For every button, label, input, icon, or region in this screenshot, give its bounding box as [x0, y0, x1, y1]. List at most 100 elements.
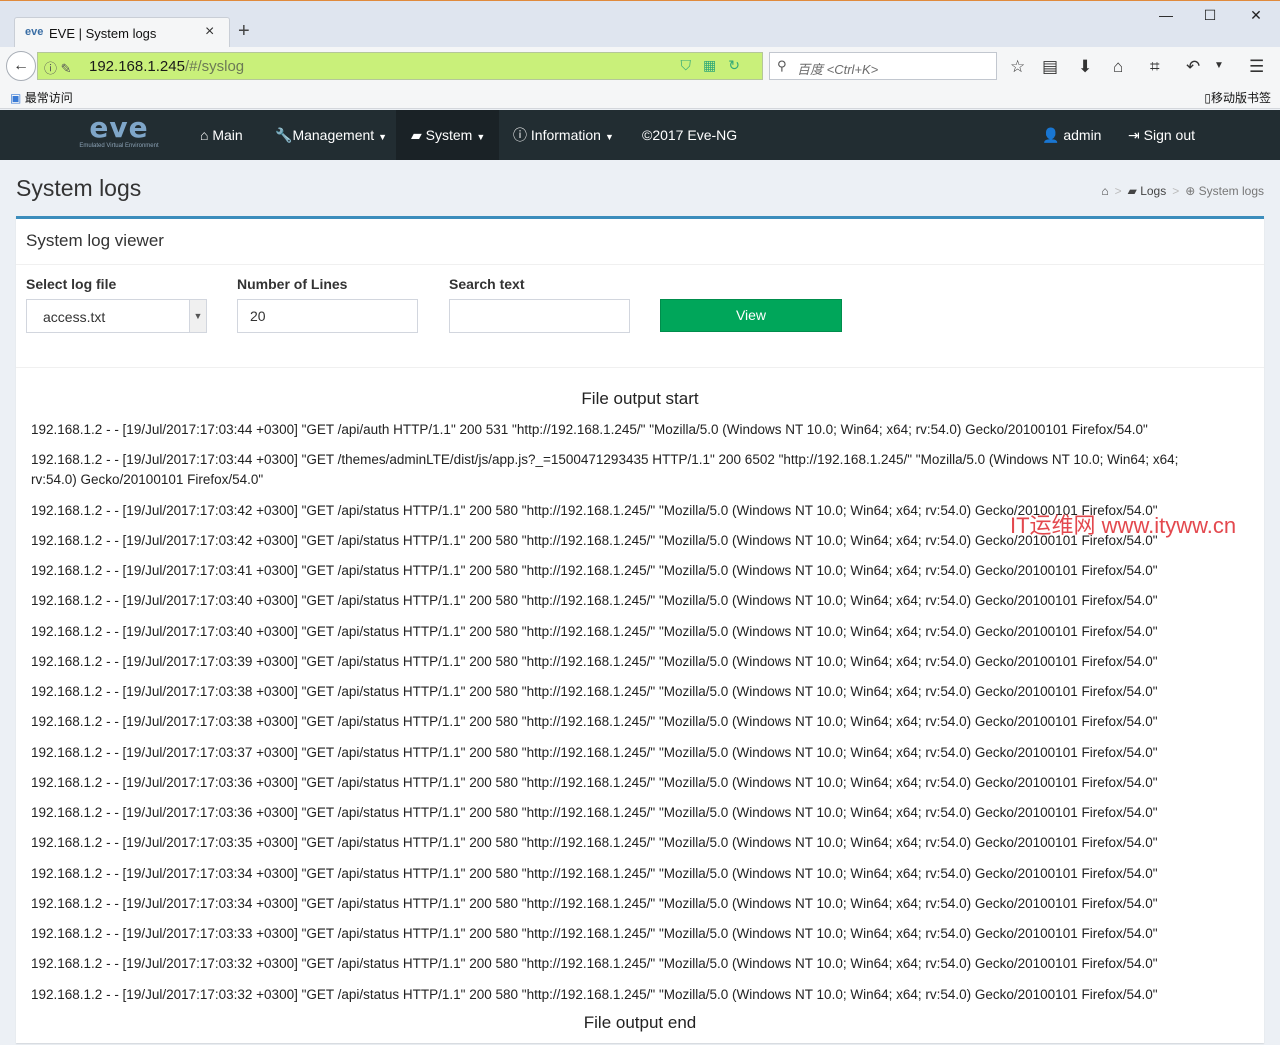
nav-user[interactable]: 👤 admin — [1042, 110, 1101, 160]
log-file-label: Select log file — [26, 276, 117, 292]
wrench-icon: 🔧 — [275, 127, 293, 143]
tab-title: EVE | System logs — [49, 26, 157, 41]
chevron-down-icon[interactable]: ▼ — [1214, 60, 1224, 71]
view-button[interactable]: View — [660, 299, 842, 332]
breadcrumb-logs-label: Logs — [1140, 184, 1167, 198]
menu-icon[interactable]: ☰ — [1249, 57, 1264, 77]
bookmark-right-label: 移动版书签 — [1210, 91, 1271, 105]
globe-icon: ⊕ — [1185, 184, 1196, 198]
nav-main-label: Main — [212, 127, 243, 143]
browser-toolbar: ← ⓘ ✎ 192.168.1.245/#/syslog ⛉▦↻ ⚲ 百度 <C… — [0, 47, 1280, 85]
info-icon: ⓘ — [513, 127, 527, 143]
output-start-heading: File output start — [581, 389, 699, 408]
log-line: 192.168.1.2 - - [19/Jul/2017:17:03:44 +0… — [31, 422, 1148, 437]
search-placeholder: 百度 <Ctrl+K> — [797, 62, 879, 77]
url-bar[interactable]: ⓘ ✎ 192.168.1.245/#/syslog ⛉▦↻ — [37, 52, 763, 80]
home-icon[interactable]: ⌂ — [1113, 57, 1123, 77]
chevron-down-icon[interactable]: ▼ — [189, 300, 206, 332]
page-title: System logs — [16, 175, 142, 201]
reading-list-icon[interactable]: ▤ — [1042, 57, 1058, 77]
watermark: IT运维网 www.ityww.cn — [1010, 513, 1237, 538]
book-icon: ▰ — [411, 127, 422, 143]
mobile-icon: ▯ — [1204, 91, 1211, 105]
lines-input[interactable] — [237, 299, 418, 333]
url-host: 192.168.1.245 — [89, 58, 185, 75]
breadcrumb-home-icon[interactable]: ⌂ — [1101, 184, 1108, 198]
breadcrumb-logs[interactable]: ▰ Logs — [1128, 184, 1167, 198]
search-icon: ⚲ — [777, 58, 787, 73]
undo-icon[interactable]: ↶ — [1186, 57, 1200, 77]
log-line: 192.168.1.2 - - [19/Jul/2017:17:03:40 +0… — [31, 624, 1158, 639]
search-text-input[interactable] — [449, 299, 630, 333]
log-file-select[interactable]: access.txt ▼ — [26, 299, 207, 333]
log-line: 192.168.1.2 - - [19/Jul/2017:17:03:44 +0… — [31, 452, 1179, 487]
nav-information[interactable]: ⓘ Information ▼ — [513, 110, 614, 160]
logo-word: eve — [89, 111, 149, 144]
url-path: /#/syslog — [184, 58, 245, 75]
nav-management[interactable]: 🔧Management ▼ — [275, 110, 387, 160]
bookmarks-bar: ▣ 最常访问 ▯移动版书签 — [0, 85, 1280, 109]
close-tab-icon[interactable]: × — [205, 23, 214, 41]
user-icon: 👤 — [1042, 127, 1060, 143]
log-line: 192.168.1.2 - - [19/Jul/2017:17:03:35 +0… — [31, 835, 1158, 850]
nav-main[interactable]: ⌂ Main — [200, 110, 243, 160]
site-info-icon[interactable]: ⓘ ✎ — [44, 58, 72, 77]
book-icon: ▰ — [1127, 184, 1137, 198]
bookmark-left-label: 最常访问 — [24, 91, 73, 105]
breadcrumb: ⌂ > ▰ Logs > ⊕ System logs — [1101, 184, 1264, 198]
bookmark-star-icon[interactable]: ☆ — [1010, 57, 1025, 77]
nav-management-label: Management — [292, 127, 375, 143]
log-line: 192.168.1.2 - - [19/Jul/2017:17:03:34 +0… — [31, 866, 1158, 881]
output-end-heading: File output end — [583, 1013, 697, 1032]
logo-subtext: Emulated Virtual Environment — [79, 143, 159, 149]
divider — [16, 367, 1264, 368]
caret-down-icon: ▼ — [476, 132, 486, 142]
download-icon[interactable]: ⬇ — [1078, 57, 1092, 77]
log-line: 192.168.1.2 - - [19/Jul/2017:17:03:40 +0… — [31, 593, 1158, 608]
nav-system[interactable]: ▰ System ▼ — [396, 110, 499, 160]
app-header: eve Emulated Virtual Environment ⌂ Main … — [0, 110, 1280, 160]
log-file-value: access.txt — [43, 309, 106, 325]
url-text: 192.168.1.245/#/syslog — [89, 58, 244, 75]
bookmark-mobile[interactable]: ▯移动版书签 — [1204, 89, 1271, 106]
home-icon: ⌂ — [200, 127, 209, 143]
log-viewer-box: System log viewer Select log file access… — [16, 216, 1264, 1043]
sign-out-icon: ⇥ — [1128, 127, 1140, 143]
search-text-label: Search text — [449, 276, 525, 292]
nav-signout[interactable]: ⇥ Sign out — [1128, 110, 1195, 160]
nav-system-label: System — [425, 127, 473, 143]
crop-icon[interactable]: ⌗ — [1150, 57, 1160, 77]
divider — [16, 264, 1264, 265]
eve-favicon-icon: eve — [25, 26, 44, 38]
search-bar[interactable]: ⚲ 百度 <Ctrl+K> — [769, 52, 997, 80]
folder-icon: ▣ — [10, 91, 22, 105]
lines-label: Number of Lines — [237, 276, 348, 292]
close-window-icon[interactable]: ✕ — [1236, 7, 1276, 29]
minimize-icon[interactable]: — — [1146, 7, 1186, 29]
browser-tab[interactable]: eve EVE | System logs × — [14, 17, 230, 48]
nav-copyright: ©2017 Eve-NG — [642, 127, 738, 143]
log-line: 192.168.1.2 - - [19/Jul/2017:17:03:38 +0… — [31, 714, 1158, 729]
log-line: 192.168.1.2 - - [19/Jul/2017:17:03:41 +0… — [31, 563, 1158, 578]
browser-tabbar: eve EVE | System logs × + — ☐ ✕ — [0, 0, 1280, 48]
back-arrow-icon[interactable]: ← — [6, 51, 36, 81]
log-line: 192.168.1.2 - - [19/Jul/2017:17:03:33 +0… — [31, 926, 1158, 941]
maximize-icon[interactable]: ☐ — [1190, 7, 1230, 29]
eve-logo[interactable]: eve Emulated Virtual Environment — [72, 113, 166, 157]
nav-signout-label: Sign out — [1143, 127, 1195, 143]
caret-down-icon: ▼ — [378, 132, 388, 142]
log-line: 192.168.1.2 - - [19/Jul/2017:17:03:36 +0… — [31, 805, 1158, 820]
log-line: 192.168.1.2 - - [19/Jul/2017:17:03:36 +0… — [31, 775, 1158, 790]
nav-user-label: admin — [1063, 127, 1102, 143]
new-tab-icon[interactable]: + — [238, 20, 250, 43]
log-line: 192.168.1.2 - - [19/Jul/2017:17:03:34 +0… — [31, 896, 1158, 911]
log-line: 192.168.1.2 - - [19/Jul/2017:17:03:32 +0… — [31, 987, 1158, 1002]
log-line: 192.168.1.2 - - [19/Jul/2017:17:03:32 +0… — [31, 956, 1158, 971]
log-line: 192.168.1.2 - - [19/Jul/2017:17:03:37 +0… — [31, 745, 1158, 760]
shield-icon[interactable]: ⛉▦↻ — [681, 57, 752, 74]
nav-information-label: Information — [530, 127, 601, 143]
log-line: 192.168.1.2 - - [19/Jul/2017:17:03:38 +0… — [31, 684, 1158, 699]
box-title: System log viewer — [26, 231, 164, 250]
bookmark-most-visited[interactable]: ▣ 最常访问 — [10, 89, 73, 106]
caret-down-icon: ▼ — [604, 132, 614, 142]
